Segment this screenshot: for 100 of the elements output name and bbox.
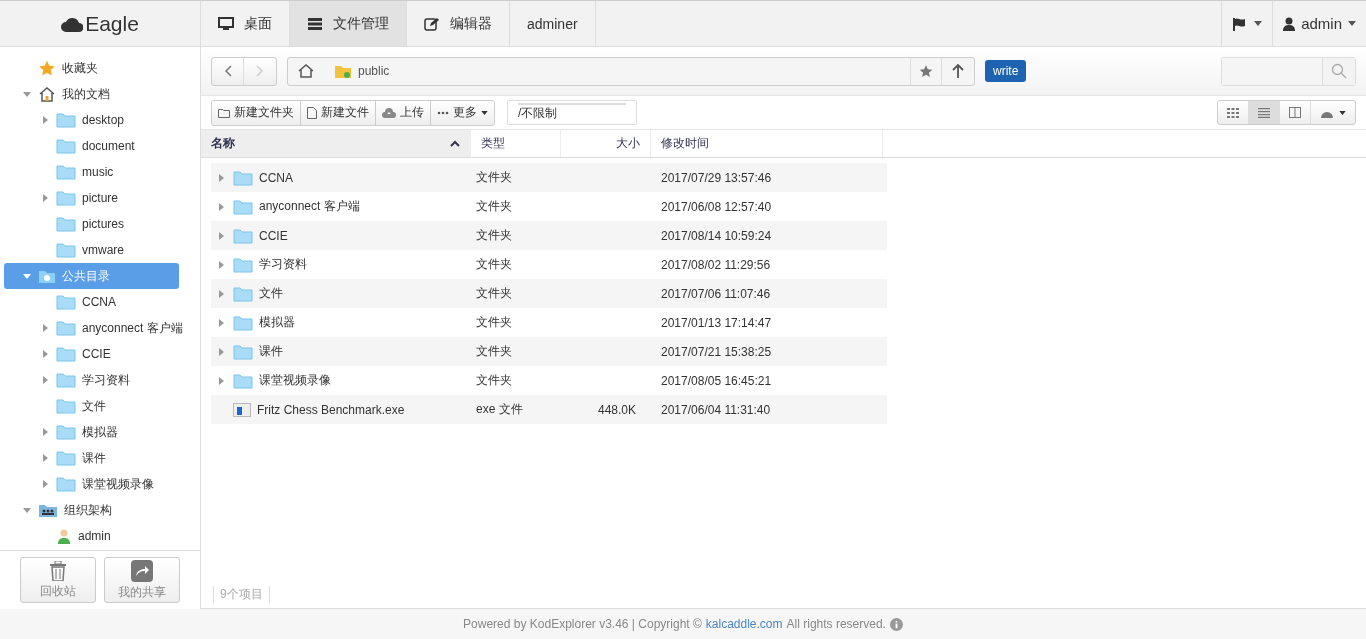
caret-right-icon[interactable]: [219, 173, 225, 182]
edit-icon: [424, 16, 440, 31]
file-date: 2017/08/14 10:59:24: [660, 228, 772, 243]
folder-icon: [233, 256, 253, 273]
file-name: 课堂视频录像: [259, 372, 331, 389]
toolbar-button[interactable]: 新建文件夹: [212, 100, 301, 125]
file-date: 2017/06/04 11:31:40: [660, 402, 771, 417]
folder-icon: [233, 314, 253, 331]
caret-down-icon[interactable]: [23, 507, 31, 513]
tree-item[interactable]: CCIE: [4, 341, 200, 367]
website-link[interactable]: kalcaddle.com: [705, 617, 783, 631]
group-icon: [38, 502, 58, 518]
column-header[interactable]: 大小: [561, 130, 651, 157]
tree-item[interactable]: desktop: [4, 107, 200, 133]
nav-tab[interactable]: 文件管理: [290, 1, 407, 46]
file-size: 448.0K: [596, 402, 636, 417]
tree-item[interactable]: 学习资料: [4, 367, 200, 393]
permission-badge: write: [985, 60, 1027, 82]
tree-item[interactable]: 组织架构: [4, 497, 200, 523]
caret-right-icon[interactable]: [219, 318, 225, 327]
toolbar-button[interactable]: 上传: [376, 100, 431, 125]
folder-icon: [38, 268, 56, 284]
caret-right-icon[interactable]: [42, 454, 48, 462]
file-name: 文件: [259, 285, 283, 302]
search-field[interactable]: [1221, 56, 1356, 86]
caret-right-icon[interactable]: [42, 116, 48, 124]
file-name: Fritz Chess Benchmark.exe: [257, 402, 405, 417]
grid-icon: [1227, 107, 1239, 118]
favorite-button[interactable]: [910, 57, 942, 85]
view-button[interactable]: [1249, 101, 1280, 124]
user-menu[interactable]: admin: [1272, 1, 1366, 46]
tree-item[interactable]: 文件: [4, 393, 200, 419]
monitor-icon: [218, 16, 234, 31]
column-header[interactable]: 名称: [201, 130, 471, 157]
tree-item[interactable]: vmware: [4, 237, 200, 263]
tree-item[interactable]: music: [4, 159, 200, 185]
caret-right-icon[interactable]: [219, 347, 225, 356]
caret-right-icon[interactable]: [42, 376, 48, 384]
chevron-right-icon: [256, 65, 264, 77]
caret-right-icon[interactable]: [42, 350, 48, 358]
caret-right-icon[interactable]: [42, 194, 48, 202]
column-header[interactable]: 类型: [471, 130, 561, 157]
file-row[interactable]: Fritz Chess Benchmark.exe exe 文件 448.0K 2017/06/04 11:31:40: [211, 395, 887, 424]
toolbar-button[interactable]: 新建文件: [301, 100, 376, 125]
tree-item[interactable]: CCNA: [4, 289, 200, 315]
file-type: 文件夹: [476, 372, 513, 389]
tree-item[interactable]: 模拟器: [4, 419, 200, 445]
folder-icon: [56, 450, 76, 466]
nav-tab[interactable]: adminer: [510, 1, 596, 46]
folder-icon: [56, 320, 76, 336]
file-row[interactable]: CCNA 文件夹 2017/07/29 13:57:46: [211, 163, 887, 192]
caret-right-icon[interactable]: [219, 376, 225, 385]
ellipsis-icon: [437, 110, 449, 115]
arrow-up-icon: [952, 64, 964, 78]
caret-down-icon: [1348, 21, 1356, 26]
tree-item[interactable]: 收藏夹: [4, 55, 200, 81]
file-row[interactable]: CCIE 文件夹 2017/08/14 10:59:24: [211, 221, 887, 250]
caret-right-icon[interactable]: [42, 324, 48, 332]
column-header[interactable]: 修改时间: [651, 130, 883, 157]
caret-right-icon[interactable]: [219, 202, 225, 211]
tree-item[interactable]: pictures: [4, 211, 200, 237]
folder-icon: [56, 216, 76, 232]
caret-right-icon[interactable]: [219, 260, 225, 269]
file-row[interactable]: 文件 文件夹 2017/07/06 11:07:46: [211, 279, 887, 308]
file-name: anyconnect 客户端: [259, 198, 360, 215]
tree-item[interactable]: anyconnect 客户端: [4, 315, 200, 341]
tree-item[interactable]: 课堂视频录像: [4, 471, 200, 497]
folder-icon: [233, 198, 253, 215]
star-icon: [38, 60, 56, 76]
footer-text: All rights reserved.: [786, 617, 886, 631]
folder-icon: [233, 227, 253, 244]
file-date: 2017/07/21 15:38:25: [660, 344, 772, 359]
file-type: 文件夹: [476, 256, 513, 273]
file-name: 学习资料: [259, 256, 307, 273]
file-row[interactable]: anyconnect 客户端 文件夹 2017/06/08 12:57:40: [211, 192, 887, 221]
file-row[interactable]: 学习资料 文件夹 2017/08/02 11:29:56: [211, 250, 887, 279]
chevron-left-icon: [223, 65, 232, 77]
folder-icon: [56, 112, 76, 128]
caret-right-icon[interactable]: [219, 231, 225, 240]
quota-label: /不限制: [518, 105, 559, 122]
toolbar-button[interactable]: 更多: [431, 100, 494, 125]
file-row[interactable]: 模拟器 文件夹 2017/01/13 17:14:47: [211, 308, 887, 337]
file-name: 模拟器: [259, 314, 295, 331]
caret-right-icon[interactable]: [219, 289, 225, 298]
caret-right-icon[interactable]: [42, 428, 48, 436]
breadcrumb[interactable]: public: [324, 57, 400, 85]
tree-item[interactable]: document: [4, 133, 200, 159]
user-icon: [56, 528, 72, 544]
sort-up-icon: [450, 140, 460, 147]
tree-item[interactable]: 课件: [4, 445, 200, 471]
share-icon: [131, 559, 153, 582]
file-row[interactable]: 课件 文件夹 2017/07/21 15:38:25: [211, 337, 887, 366]
tree-item[interactable]: admin: [4, 523, 200, 549]
list-icon: [1258, 107, 1270, 118]
caret-right-icon[interactable]: [42, 480, 48, 488]
file-row[interactable]: 课堂视频录像 文件夹 2017/08/05 16:45:21: [211, 366, 887, 395]
home-icon: [38, 86, 56, 102]
tree-item[interactable]: picture: [4, 185, 200, 211]
caret-down-icon[interactable]: [23, 91, 31, 97]
nav-tab[interactable]: 编辑器: [407, 1, 510, 46]
